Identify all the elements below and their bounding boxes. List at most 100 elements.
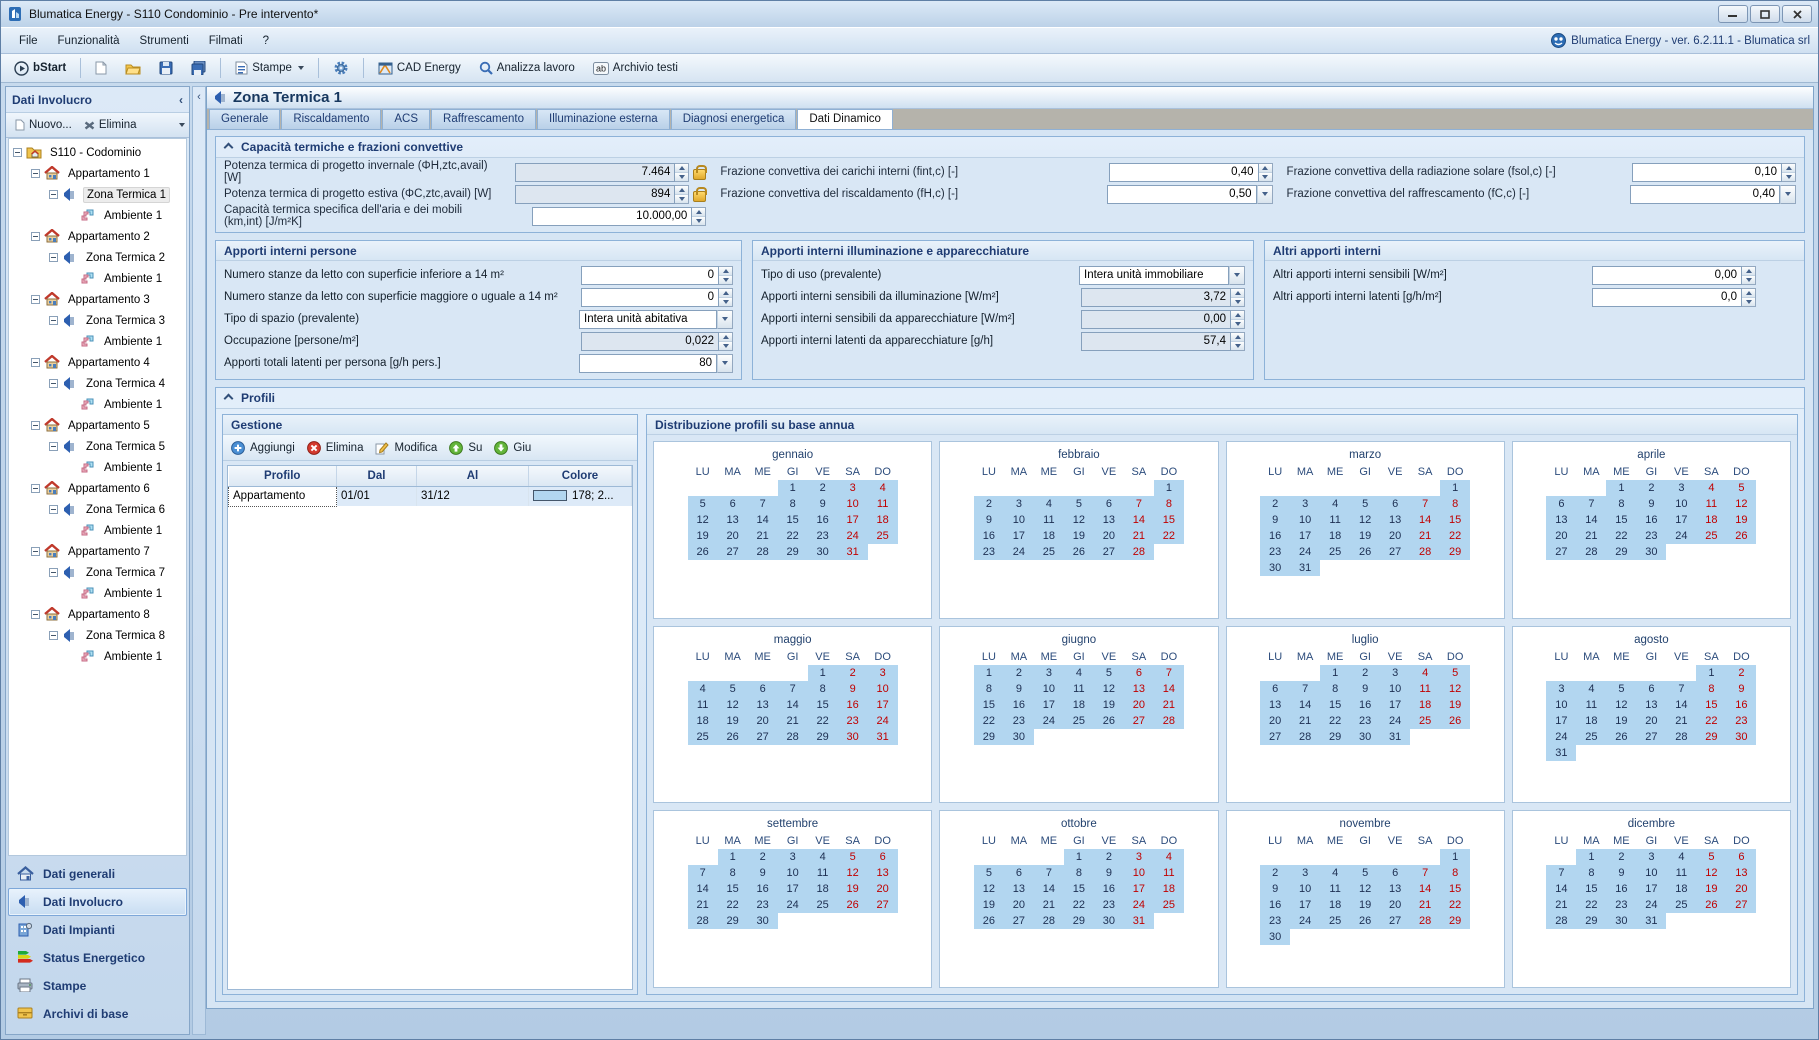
frazione-riscaldamento-input[interactable]: 0,50	[1107, 185, 1257, 204]
tab-dati-dinamico[interactable]: Dati Dinamico	[797, 109, 893, 129]
menu-file[interactable]: File	[9, 31, 48, 51]
spinner-down-icon[interactable]	[1782, 173, 1795, 181]
capacita-termica-specifica-input[interactable]: 10.000,00	[532, 207, 692, 226]
aggiungi-profile-button[interactable]: Aggiungi	[231, 441, 295, 455]
apporti-latenti-persona-input[interactable]: 80	[579, 354, 717, 373]
tab-raffrescamento[interactable]: Raffrescamento	[431, 109, 536, 129]
spinner-up-icon[interactable]	[1782, 164, 1795, 173]
open-button[interactable]	[118, 58, 148, 79]
tree-expand-icon[interactable]	[49, 568, 58, 577]
spinner-down-icon[interactable]	[1742, 298, 1755, 306]
frazione-raffrescamento-input[interactable]: 0,40	[1630, 185, 1780, 204]
cell-profilo[interactable]: Appartamento	[229, 486, 337, 506]
spinner-up-icon[interactable]	[1742, 289, 1755, 298]
spinner[interactable]	[1742, 266, 1756, 285]
maximize-button[interactable]	[1750, 5, 1780, 23]
tree-item-zona-termica-4-ambiente-1[interactable]: Ambiente 1	[9, 394, 186, 415]
tree-item-zona-termica-6[interactable]: Zona Termica 6	[9, 499, 186, 520]
tree-expand-icon[interactable]	[49, 190, 58, 199]
tree-item-s110-codominio[interactable]: S110 - Codominio	[9, 142, 186, 163]
altri-latenti-input[interactable]: 0,0	[1592, 288, 1742, 307]
tree-item-zona-termica-2-ambiente-1[interactable]: Ambiente 1	[9, 268, 186, 289]
frazione-carichi-interni-input[interactable]: 0,40	[1109, 163, 1259, 182]
collapse-section-icon[interactable]	[224, 144, 233, 150]
tree-expand-icon[interactable]	[31, 232, 40, 241]
spinner[interactable]	[692, 207, 706, 226]
tree-item-zona-termica-3-ambiente-1[interactable]: Ambiente 1	[9, 331, 186, 352]
tree-item-appartamento-2[interactable]: Appartamento 2	[9, 226, 186, 247]
frazione-riscaldamento-dropdown[interactable]	[1257, 185, 1273, 204]
sidebar-item-archivi-di-base[interactable]: Archivi di base	[8, 1000, 187, 1028]
archivio-testi-button[interactable]: ab Archivio testi	[586, 58, 685, 79]
spinner-up-icon[interactable]	[692, 208, 705, 217]
tree-expand-icon[interactable]	[31, 421, 40, 430]
save-button[interactable]	[152, 57, 180, 79]
spinner-down-icon[interactable]	[719, 298, 732, 306]
tree-expand-icon[interactable]	[49, 316, 58, 325]
analizza-lavoro-button[interactable]: Analizza lavoro	[472, 57, 582, 79]
tree-item-zona-termica-5[interactable]: Zona Termica 5	[9, 436, 186, 457]
settings-button[interactable]	[326, 56, 356, 80]
tree-item-zona-termica-4[interactable]: Zona Termica 4	[9, 373, 186, 394]
tree-expand-icon[interactable]	[31, 610, 40, 619]
sidebar-tools-caret[interactable]	[179, 123, 185, 127]
tree-expand-icon[interactable]	[31, 169, 40, 178]
column-header-colore[interactable]: Colore	[529, 466, 632, 486]
tree-expand-icon[interactable]	[31, 484, 40, 493]
menu-strumenti[interactable]: Strumenti	[130, 31, 199, 51]
tree-expand-icon[interactable]	[31, 358, 40, 367]
tree-item-appartamento-7[interactable]: Appartamento 7	[9, 541, 186, 562]
stanze-maggiore-14-input[interactable]: 0	[581, 288, 719, 307]
sidebar-item-dati-impianti[interactable]: Dati Impianti	[8, 916, 187, 944]
sidebar-item-status-energetico[interactable]: Status Energetico	[8, 944, 187, 972]
cell-al[interactable]: 31/12	[417, 486, 529, 506]
tab-riscaldamento[interactable]: Riscaldamento	[281, 109, 381, 129]
tree-item-zona-termica-1-ambiente-1[interactable]: Ambiente 1	[9, 205, 186, 226]
frazione-raffrescamento-dropdown[interactable]	[1780, 185, 1796, 204]
tree-item-appartamento-3[interactable]: Appartamento 3	[9, 289, 186, 310]
spinner[interactable]	[719, 266, 733, 285]
close-button[interactable]	[1782, 5, 1812, 23]
tree-expand-icon[interactable]	[49, 442, 58, 451]
collapse-section-icon[interactable]	[224, 395, 233, 401]
giu-profile-button[interactable]: Giu	[494, 441, 531, 455]
nuovo-button[interactable]: Nuovo...	[10, 116, 77, 134]
tree-expand-icon[interactable]	[31, 547, 40, 556]
tab-illuminazione-esterna[interactable]: Illuminazione esterna	[537, 109, 670, 129]
column-header-dal[interactable]: Dal	[337, 466, 417, 486]
save-all-button[interactable]	[184, 57, 213, 79]
tree-item-zona-termica-7[interactable]: Zona Termica 7	[9, 562, 186, 583]
tree-item-zona-termica-8[interactable]: Zona Termica 8	[9, 625, 186, 646]
tree-expand-icon[interactable]	[13, 148, 22, 157]
tree-item-zona-termica-6-ambiente-1[interactable]: Ambiente 1	[9, 520, 186, 541]
tipo-di-uso-input[interactable]: Intera unità immobiliare	[1079, 266, 1229, 285]
tree-item-zona-termica-3[interactable]: Zona Termica 3	[9, 310, 186, 331]
tipo-di-uso-dropdown[interactable]	[1229, 266, 1245, 285]
tree-expand-icon[interactable]	[49, 631, 58, 640]
tree-item-zona-termica-1[interactable]: Zona Termica 1	[9, 184, 186, 205]
tipo-di-spazio-input[interactable]: Intera unità abitativa	[579, 310, 717, 329]
apporti-latenti-persona-dropdown[interactable]	[717, 354, 733, 373]
column-header-al[interactable]: Al	[417, 466, 529, 486]
spinner-down-icon[interactable]	[1742, 276, 1755, 284]
tree-item-appartamento-6[interactable]: Appartamento 6	[9, 478, 186, 499]
new-button[interactable]	[88, 57, 114, 79]
minimize-button[interactable]	[1718, 5, 1748, 23]
tree-item-zona-termica-5-ambiente-1[interactable]: Ambiente 1	[9, 457, 186, 478]
tree-item-appartamento-5[interactable]: Appartamento 5	[9, 415, 186, 436]
tree-expand-icon[interactable]	[49, 505, 58, 514]
spinner-up-icon[interactable]	[719, 267, 732, 276]
modifica-profile-button[interactable]: Modifica	[375, 441, 437, 455]
spinner-up-icon[interactable]	[1742, 267, 1755, 276]
elimina-profile-button[interactable]: Elimina	[307, 441, 364, 455]
tree-item-zona-termica-7-ambiente-1[interactable]: Ambiente 1	[9, 583, 186, 604]
sidebar-item-dati-involucro[interactable]: Dati Involucro	[8, 888, 187, 916]
tree-item-appartamento-4[interactable]: Appartamento 4	[9, 352, 186, 373]
tree-item-appartamento-8[interactable]: Appartamento 8	[9, 604, 186, 625]
spinner-up-icon[interactable]	[719, 289, 732, 298]
sidebar-item-stampe[interactable]: Stampe	[8, 972, 187, 1000]
spinner-down-icon[interactable]	[1259, 173, 1272, 181]
spinner-down-icon[interactable]	[692, 217, 705, 225]
tree-item-zona-termica-2[interactable]: Zona Termica 2	[9, 247, 186, 268]
frazione-radiazione-solare-input[interactable]: 0,10	[1632, 163, 1782, 182]
